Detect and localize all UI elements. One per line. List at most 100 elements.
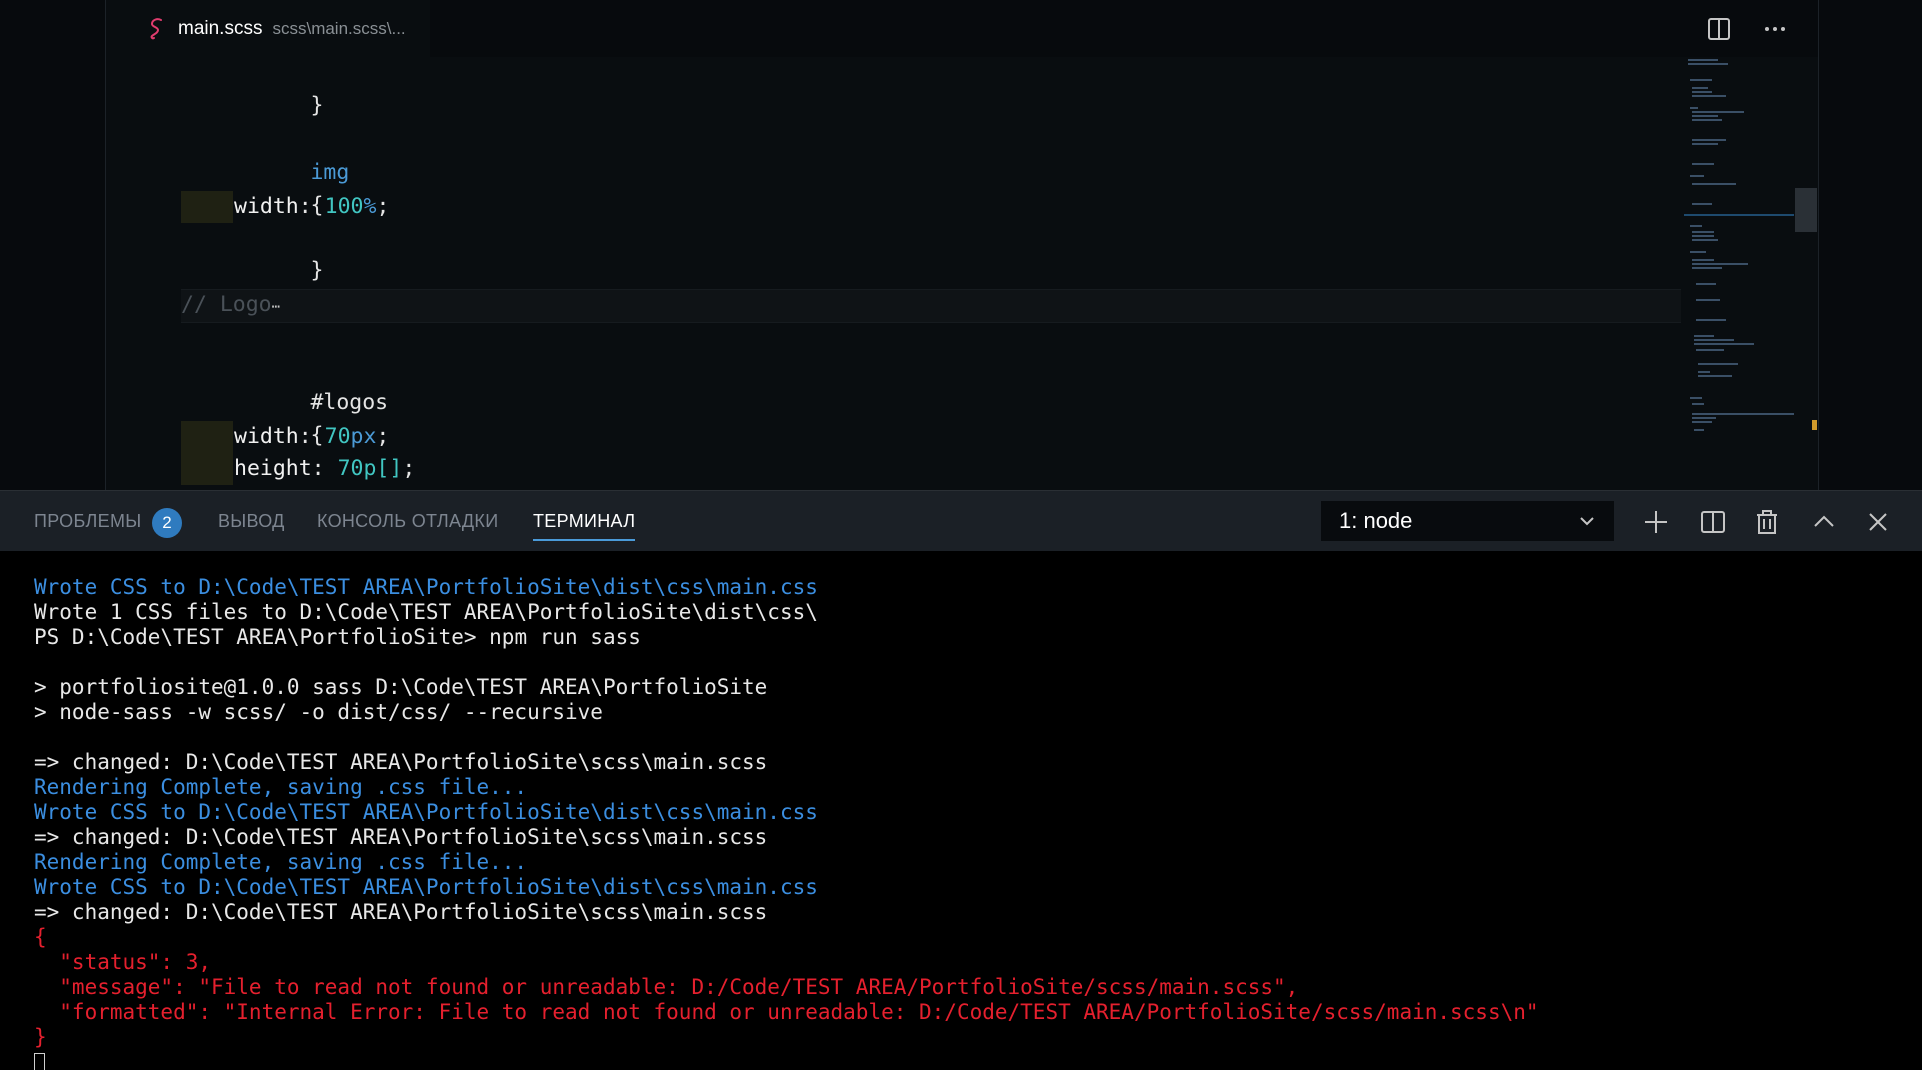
terminal-line: => changed: D:\Code\TEST AREA\PortfolioS… — [34, 750, 768, 774]
minimap-line — [1694, 429, 1704, 431]
minimap-line — [1690, 225, 1702, 227]
minimap-line — [1696, 299, 1720, 301]
minimap-line — [1690, 79, 1712, 81]
code-line: height: 70p[]; — [234, 456, 416, 481]
minimap-line — [1692, 421, 1712, 423]
sass-file-icon — [150, 17, 162, 39]
terminal-line: > portfoliosite@1.0.0 sass D:\Code\TEST … — [34, 675, 768, 699]
editor-tab-main-scss[interactable]: main.scss scss\main.scss\... — [106, 0, 430, 57]
terminal-error-line: "formatted": "Internal Error: File to re… — [34, 1000, 1539, 1024]
terminal-line: Wrote CSS to D:\Code\TEST AREA\Portfolio… — [34, 575, 818, 599]
terminal-line: Wrote 1 CSS files to D:\Code\TEST AREA\P… — [34, 600, 818, 624]
code-line: width: 70px; — [234, 424, 390, 449]
minimap-line — [1698, 363, 1738, 365]
editor-group: main.scss scss\main.scss\...} img {wid… — [105, 0, 1819, 490]
indent-guide — [181, 421, 233, 453]
code-line: } — [310, 258, 324, 283]
terminal-line: Wrote CSS to D:\Code\TEST AREA\Portfolio… — [34, 875, 818, 899]
indent-guide — [181, 453, 233, 485]
terminal-prompt: PS D:\Code\TEST AREA\PortfolioSite> — [34, 625, 490, 649]
tab-problems[interactable]: ПРОБЛЕМЫ — [34, 491, 142, 551]
code-line: img — [310, 160, 350, 185]
minimap-line — [1692, 91, 1712, 93]
split-editor-icon[interactable] — [1706, 16, 1732, 42]
indent-guide — [181, 191, 233, 223]
plus-icon[interactable] — [1642, 508, 1670, 536]
minimap-viewport — [1684, 214, 1794, 216]
code-line: { — [310, 193, 324, 218]
minimap-line — [1692, 87, 1708, 89]
minimap-line — [1694, 339, 1734, 341]
fold-indicator[interactable]: ⋯ — [272, 299, 280, 315]
minimap-line — [1692, 203, 1712, 205]
minimap-line — [1692, 183, 1736, 185]
tab-debug-console[interactable]: КОНСОЛЬ ОТЛАДКИ — [317, 491, 498, 551]
minimap-line — [1692, 95, 1726, 97]
tab-terminal-label: ТЕРМИНАЛ — [533, 511, 636, 531]
code-line: // Logo⋯ — [181, 292, 281, 317]
code-line: width: 100%; — [234, 194, 390, 219]
terminal-selector-value: 1: node — [1339, 508, 1413, 533]
minimap-line — [1692, 115, 1718, 117]
tab-terminal[interactable]: ТЕРМИНАЛ — [533, 491, 636, 551]
terminal-error-line: { — [34, 925, 47, 949]
minimap-line — [1690, 251, 1706, 253]
terminal-line: => changed: D:\Code\TEST AREA\PortfolioS… — [34, 825, 768, 849]
tab-output[interactable]: ВЫВОД — [218, 491, 285, 551]
minimap-line — [1692, 263, 1748, 265]
trash-icon[interactable] — [1753, 508, 1781, 536]
minimap-line — [1692, 259, 1714, 261]
chevron-down-icon — [1580, 517, 1594, 526]
minimap-slider[interactable] — [1795, 188, 1817, 232]
tab-output-label: ВЫВОД — [218, 511, 285, 531]
terminal-input-line[interactable] — [34, 1050, 1904, 1070]
terminal-error-line: "message": "File to read not found or un… — [34, 975, 1299, 999]
minimap-line — [1692, 239, 1718, 241]
terminal-cursor — [34, 1052, 45, 1070]
code-line: { — [310, 423, 324, 448]
minimap-line — [1694, 343, 1754, 345]
chevron-up-icon[interactable] — [1810, 508, 1838, 536]
minimap-line — [1692, 235, 1714, 237]
minimap-line — [1690, 397, 1702, 399]
minimap-line — [1692, 417, 1716, 419]
terminal-error-line: "status": 3, — [34, 950, 212, 974]
minimap-line — [1692, 163, 1714, 165]
current-line-highlight — [181, 289, 1681, 323]
terminal-selector[interactable]: 1: node — [1321, 501, 1614, 541]
minimap-line — [1688, 59, 1718, 61]
minimap-line — [1692, 139, 1726, 141]
vscode-window: main.scss scss\main.scss\...} img {wid… — [0, 0, 1922, 1070]
terminal-command: npm run sass — [489, 625, 641, 649]
minimap-line — [1696, 349, 1724, 351]
code-editor[interactable]: } img { width: 100%; } // Logo⋯ #logos {… — [106, 57, 1682, 490]
terminal-output[interactable]: Wrote CSS to D:\Code\TEST AREA\Portfolio… — [34, 575, 1904, 1070]
problems-count-badge: 2 — [152, 508, 182, 538]
minimap-line — [1694, 335, 1714, 337]
terminal-error-line: } — [34, 1025, 47, 1049]
minimap-line — [1692, 111, 1744, 113]
minimap-line — [1692, 403, 1704, 405]
minimap-line — [1692, 231, 1714, 233]
terminal-line: Rendering Complete, saving .css file... — [34, 850, 528, 874]
minimap-line — [1696, 283, 1716, 285]
terminal-line: > node-sass -w scss/ -o dist/css/ --recu… — [34, 700, 603, 724]
minimap-line — [1690, 175, 1704, 177]
terminal-line: => changed: D:\Code\TEST AREA\PortfolioS… — [34, 900, 768, 924]
more-actions-icon[interactable] — [1762, 16, 1788, 42]
close-icon[interactable] — [1864, 508, 1892, 536]
minimap-line — [1696, 319, 1726, 321]
active-tab-indicator — [533, 539, 636, 541]
minimap-line — [1692, 267, 1722, 269]
bottom-panel: ПРОБЛЕМЫ 2 ВЫВОД КОНСОЛЬ ОТЛАДКИ ТЕРМИНА… — [0, 490, 1922, 1070]
tab-filename: main.scss — [178, 17, 263, 39]
minimap[interactable] — [1684, 57, 1794, 490]
terminal-line: Rendering Complete, saving .css file... — [34, 775, 528, 799]
editor-region: main.scss scss\main.scss\...} img {wid… — [0, 0, 1922, 490]
split-terminal-icon[interactable] — [1699, 508, 1727, 536]
code-line: #logos — [310, 390, 389, 415]
minimap-warning-marker — [1812, 420, 1817, 430]
tab-problems-label: ПРОБЛЕМЫ — [34, 511, 142, 531]
